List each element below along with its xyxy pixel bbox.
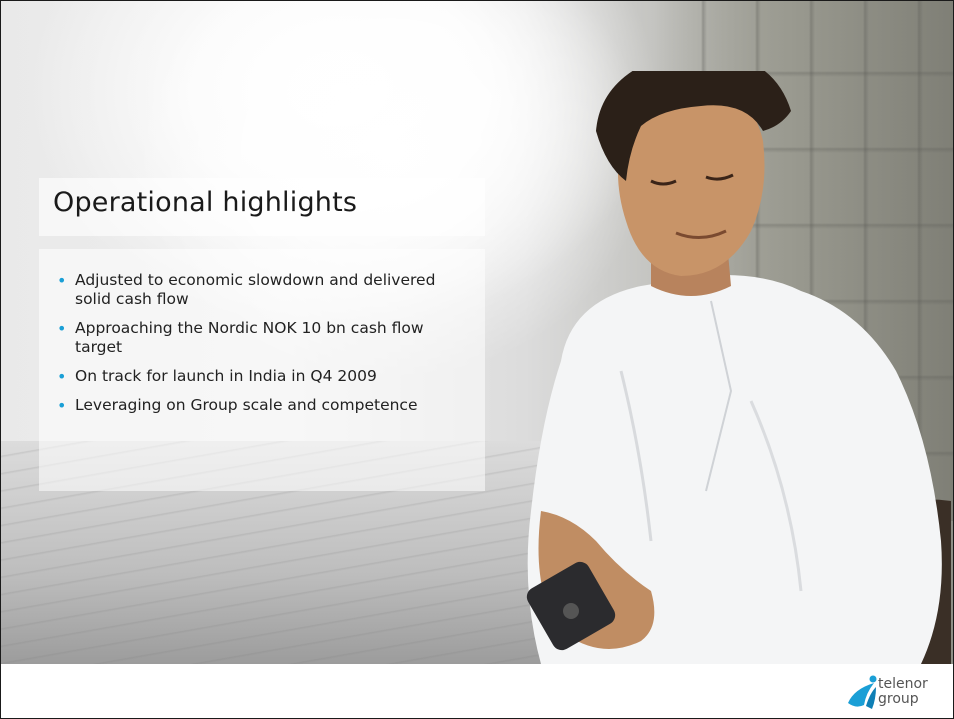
bullet-item: • On track for launch in India in Q4 200… <box>53 367 473 386</box>
bullet-text: Approaching the Nordic NOK 10 bn cash fl… <box>75 319 424 356</box>
bullet-text: On track for launch in India in Q4 2009 <box>75 367 377 385</box>
bullet-dot-icon: • <box>57 367 67 386</box>
bullet-text: Leveraging on Group scale and competence <box>75 396 418 414</box>
slide: Operational highlights • Adjusted to eco… <box>0 0 954 719</box>
bullet-list: • Adjusted to economic slowdown and deli… <box>53 271 473 425</box>
bullet-text: Adjusted to economic slowdown and delive… <box>75 271 436 308</box>
logo-line-2: group <box>878 691 919 707</box>
telenor-group-wordmark: telenor group <box>878 677 928 707</box>
logo-line-1: telenor <box>878 676 928 692</box>
bullet-item: • Adjusted to economic slowdown and deli… <box>53 271 473 309</box>
bullet-dot-icon: • <box>57 319 67 338</box>
bullet-item: • Leveraging on Group scale and competen… <box>53 396 473 415</box>
slide-title: Operational highlights <box>53 187 358 218</box>
bullet-dot-icon: • <box>57 396 67 415</box>
bullet-item: • Approaching the Nordic NOK 10 bn cash … <box>53 319 473 357</box>
man-with-phone-image <box>526 71 951 664</box>
bullet-dot-icon: • <box>57 271 67 290</box>
